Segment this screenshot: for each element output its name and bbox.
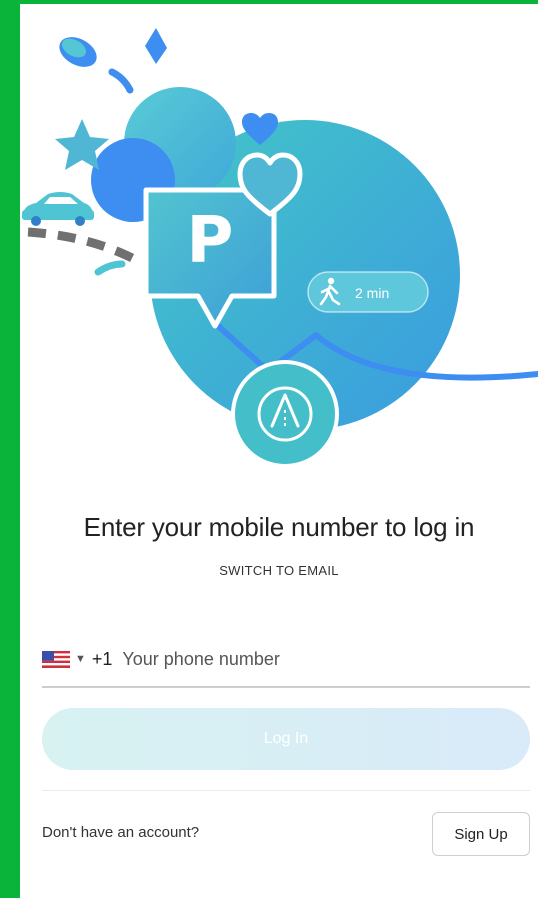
page-title: Enter your mobile number to log in [83, 512, 475, 542]
login-button[interactable]: Log In [42, 708, 530, 770]
decor-dash-icon [108, 68, 134, 94]
hero-illustration: P 2 min [20, 4, 538, 480]
login-screen: P 2 min Enter your mobile number to log … [0, 0, 538, 898]
no-account-text: Don't have an account? [42, 824, 200, 841]
divider [42, 790, 530, 791]
walk-time-pill: 2 min [307, 271, 429, 313]
walk-time-label: 2 min [355, 285, 389, 301]
decor-teal-dash [94, 260, 126, 276]
sign-up-button[interactable]: Sign Up [432, 812, 530, 856]
decor-oval-icon [59, 37, 97, 67]
us-flag-icon[interactable] [42, 650, 70, 668]
country-dropdown-chevron-icon[interactable]: ▼ [75, 653, 86, 665]
parking-letter: P [187, 204, 234, 278]
dial-code: +1 [91, 648, 113, 669]
green-frame-left [0, 0, 20, 898]
decor-diamond-icon [145, 28, 167, 64]
phone-field: ▼ +1 [42, 632, 530, 688]
car-icon [22, 192, 94, 226]
switch-to-email-link[interactable]: SWITCH TO EMAIL [20, 563, 538, 578]
app-logo-icon [231, 360, 339, 468]
phone-number-input[interactable] [122, 648, 483, 670]
dashed-road [27, 227, 139, 264]
